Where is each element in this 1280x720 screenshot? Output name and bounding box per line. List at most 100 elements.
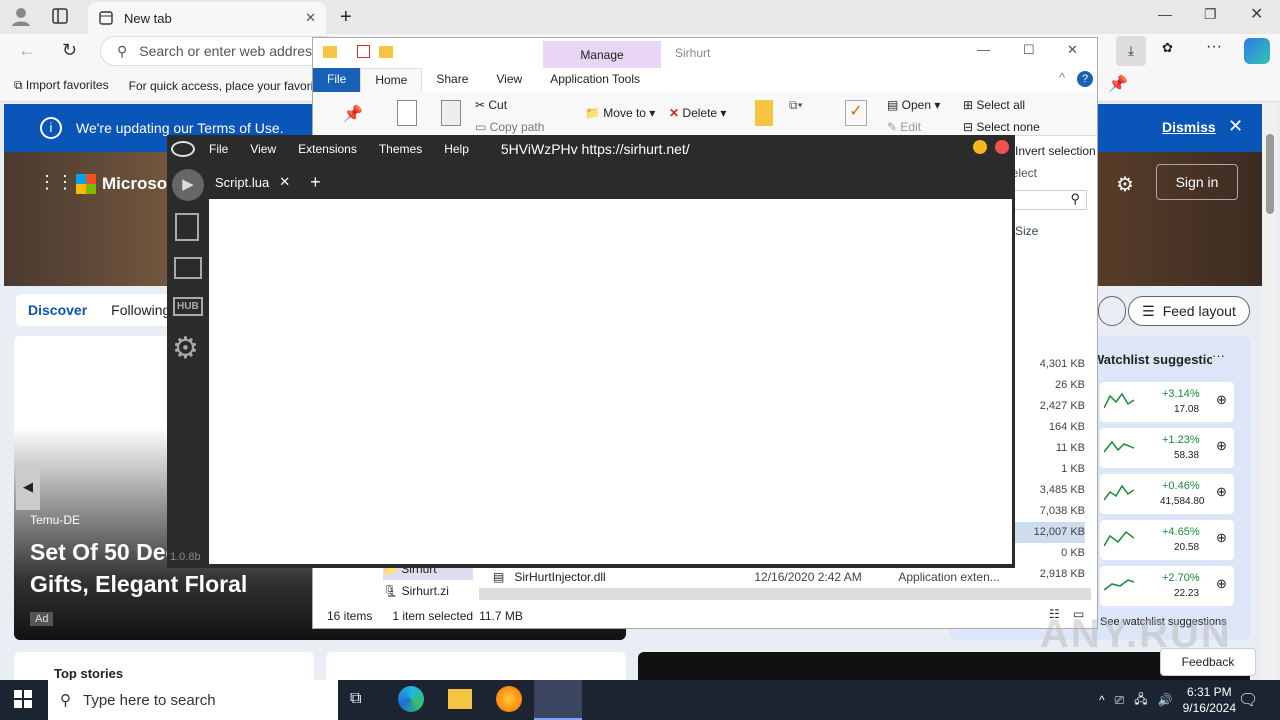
hub-icon[interactable]: HUB <box>173 297 203 316</box>
settings-gear-icon[interactable]: ⚙ <box>172 333 199 365</box>
volume-icon[interactable]: 🔊 <box>1158 693 1173 707</box>
add-icon[interactable]: ⊕ <box>1216 484 1227 500</box>
select-none-button[interactable]: ⊟ Select none <box>963 120 1040 134</box>
delete-button[interactable]: ✕ Delete ▾ <box>669 106 726 120</box>
stock-row[interactable]: +3.14% 17.08 ⊕ <box>1100 382 1234 422</box>
menu-help[interactable]: Help <box>444 142 469 156</box>
add-script-icon[interactable]: + <box>310 172 321 193</box>
address-bar[interactable]: ⚲ Search or enter web address <box>100 36 340 66</box>
prev-arrow-icon[interactable]: ◀ <box>16 464 40 510</box>
tray-device-icon[interactable]: ⎚ <box>1115 693 1125 708</box>
edit-button[interactable]: ✎ Edit <box>887 120 921 134</box>
close-script-icon[interactable]: ✕ <box>279 174 290 190</box>
add-icon[interactable]: ⊕ <box>1216 576 1227 592</box>
tab-close-icon[interactable]: ✕ <box>305 10 316 26</box>
file-row[interactable]: ▤ SirHurtInjector.dll 12/16/2020 2:42 AM… <box>493 568 1073 586</box>
pin-icon[interactable]: 📌 <box>1108 74 1128 94</box>
taskbar-search[interactable]: ⚲ Type here to search <box>48 680 338 720</box>
paste-icon[interactable] <box>441 100 461 126</box>
scroll-thumb[interactable] <box>1266 134 1274 214</box>
add-icon[interactable]: ⊕ <box>1216 392 1227 408</box>
script-tab[interactable]: Script.lua <box>215 175 269 190</box>
search-box[interactable]: ⚲ <box>1003 190 1087 210</box>
pin-quick-access-icon[interactable]: 📌 <box>343 104 363 124</box>
tab-file[interactable]: File <box>313 68 361 92</box>
new-tab-icon[interactable]: + <box>340 6 352 29</box>
add-icon[interactable]: ⊕ <box>1216 530 1227 546</box>
dismiss-link[interactable]: Dismiss <box>1162 119 1216 135</box>
tab-application-tools[interactable]: Application Tools <box>536 68 654 92</box>
file-explorer-icon[interactable] <box>448 689 472 709</box>
copy-icon[interactable] <box>397 100 417 126</box>
profile-icon[interactable] <box>10 5 32 27</box>
add-icon[interactable]: ⊕ <box>1216 438 1227 454</box>
task-view-icon[interactable]: ⧉ <box>350 690 361 708</box>
stock-row[interactable]: +0.46% 41,584.80 ⊕ <box>1100 474 1234 514</box>
attach-icon[interactable] <box>174 257 202 279</box>
properties-icon[interactable] <box>357 45 370 58</box>
stock-row[interactable]: +2.70% 22.23 ⊕ <box>1100 566 1234 606</box>
start-icon[interactable] <box>14 690 32 708</box>
import-favorites-link[interactable]: ⧉ Import favorites <box>14 78 109 93</box>
notifications-icon[interactable]: 🗨 <box>1238 690 1258 710</box>
horizontal-scrollbar[interactable] <box>479 588 1091 600</box>
clock[interactable]: 6:31 PM 9/16/2024 <box>1183 684 1236 716</box>
personalize-button[interactable] <box>1098 296 1126 326</box>
stock-row[interactable]: +4.65% 20.58 ⊕ <box>1100 520 1234 560</box>
sirhurt-taskbar-icon[interactable] <box>534 680 582 720</box>
tab-home[interactable]: Home <box>360 68 423 92</box>
explorer-maximize-icon[interactable]: ☐ <box>1023 42 1035 58</box>
nav-item[interactable]: 🗜 Sirhurt.zi <box>383 580 473 602</box>
menu-view[interactable]: View <box>250 142 276 156</box>
close-icon[interactable]: ✕ <box>1250 4 1263 24</box>
manage-tab[interactable]: Manage <box>543 41 661 68</box>
size-column-header[interactable]: Size <box>1015 224 1038 238</box>
firefox-icon[interactable] <box>496 686 522 712</box>
tab-share[interactable]: Share <box>422 68 482 92</box>
script-editor[interactable] <box>209 199 1012 564</box>
watchlist-more-icon[interactable]: ··· <box>1212 348 1225 363</box>
menu-extensions[interactable]: Extensions <box>298 142 357 156</box>
new-item-icon[interactable]: ⧉▾ <box>789 98 803 113</box>
settings-icon[interactable]: ⚙ <box>1116 172 1134 197</box>
select-all-button[interactable]: ⊞ Select all <box>963 98 1025 112</box>
edge-icon[interactable] <box>398 686 424 712</box>
restore-icon[interactable]: ❐ <box>1204 6 1217 23</box>
menu-themes[interactable]: Themes <box>379 142 422 156</box>
invert-selection-button[interactable]: Invert selection <box>1015 144 1096 158</box>
tab-view[interactable]: View <box>482 68 536 92</box>
properties-large-icon[interactable]: ✓ <box>845 100 867 126</box>
ribbon-collapse-icon[interactable]: ^ <box>1059 70 1065 85</box>
downloads-icon[interactable]: ⤓ <box>1116 36 1146 66</box>
explorer-close-icon[interactable]: ✕ <box>1067 42 1078 58</box>
network-icon[interactable]: 🖧 <box>1134 690 1147 711</box>
page-scrollbar[interactable] <box>1262 104 1278 680</box>
cut-button[interactable]: ✂ Cut <box>475 98 507 112</box>
sign-in-button[interactable]: Sign in <box>1156 164 1238 200</box>
copilot-icon[interactable] <box>1244 38 1270 64</box>
tab-new-tab[interactable]: New tab ✕ <box>88 2 326 34</box>
tray-chevron-icon[interactable]: ^ <box>1099 693 1105 707</box>
nav-discover[interactable]: Discover <box>28 302 87 318</box>
execute-icon[interactable]: ▶ <box>172 169 204 201</box>
close-notice-icon[interactable]: ✕ <box>1228 116 1243 137</box>
sirhurt-close-button[interactable] <box>995 140 1009 154</box>
move-to-button[interactable]: 📁 Move to ▾ <box>585 106 655 120</box>
more-icon[interactable]: ··· <box>1206 38 1222 56</box>
copy-path-button[interactable]: ▭ Copy path <box>475 120 544 134</box>
files-icon[interactable] <box>175 213 199 241</box>
refresh-icon[interactable]: ↻ <box>62 40 77 61</box>
sirhurt-minimize-button[interactable] <box>973 140 987 154</box>
tab-actions-icon[interactable] <box>52 8 68 24</box>
new-folder-icon[interactable] <box>379 46 393 58</box>
back-icon[interactable]: ← <box>18 40 36 61</box>
minimize-icon[interactable]: — <box>1158 6 1172 22</box>
explorer-minimize-icon[interactable]: — <box>977 42 990 57</box>
help-icon[interactable]: ? <box>1077 71 1093 87</box>
menu-file[interactable]: File <box>209 142 228 156</box>
nav-following[interactable]: Following <box>111 302 170 318</box>
feed-layout-button[interactable]: ☰ Feed layout <box>1128 296 1250 326</box>
open-button[interactable]: ▤ Open ▾ <box>887 98 940 112</box>
new-folder-large-icon[interactable] <box>755 100 773 126</box>
stock-row[interactable]: +1.23% 58.38 ⊕ <box>1100 428 1234 468</box>
